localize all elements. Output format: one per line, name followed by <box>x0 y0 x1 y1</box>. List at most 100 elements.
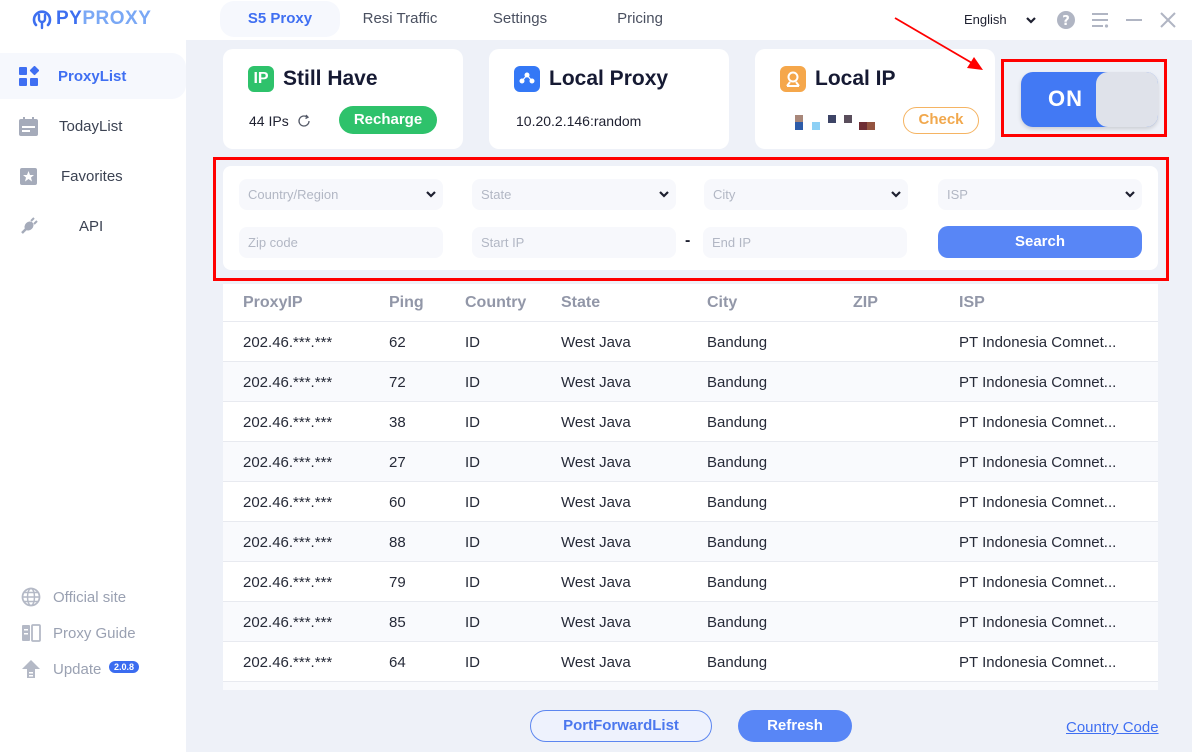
city-cell: Bandung <box>707 494 768 511</box>
close-icon[interactable] <box>1158 10 1178 30</box>
still-have-card: IP Still Have 44 IPs Recharge <box>223 49 463 149</box>
country-region-placeholder: Country/Region <box>248 187 339 202</box>
sidebar-label-favorites: Favorites <box>61 167 123 185</box>
official-site-link[interactable]: Official site <box>0 585 186 609</box>
table-row[interactable]: 202.46.***.*** 38 ID West Java Bandung PT Ind… <box>223 402 1158 442</box>
start-ip-input[interactable]: Start IP <box>472 227 676 258</box>
tab-pricing[interactable]: Pricing <box>590 0 690 38</box>
ip-count: 44 IPs <box>249 113 289 129</box>
country-cell: ID <box>465 414 480 431</box>
logo-icon <box>32 10 52 30</box>
logo-text-part2: PROXY <box>82 8 152 29</box>
ping-cell: 64 <box>389 654 406 671</box>
sidebar-item-todaylist[interactable]: TodayList <box>0 103 186 149</box>
globe-icon <box>21 587 41 607</box>
star-icon <box>20 167 37 185</box>
sidebar-label-proxylist: ProxyList <box>58 67 127 85</box>
city-cell: Bandung <box>707 374 768 391</box>
column-header-zip[interactable]: ZIP <box>853 294 878 312</box>
country-cell: ID <box>465 534 480 551</box>
country-region-select[interactable]: Country/Region <box>239 179 443 210</box>
state-cell: West Java <box>561 574 631 591</box>
grid-icon <box>19 65 39 86</box>
search-button[interactable]: Search <box>938 226 1142 258</box>
column-header-state[interactable]: State <box>561 294 600 312</box>
city-cell: Bandung <box>707 534 768 551</box>
isp-select[interactable]: ISP <box>938 179 1142 210</box>
proxy-table: ProxyIP Ping Country State City ZIP ISP … <box>223 284 1158 690</box>
tab-resi-traffic[interactable]: Resi Traffic <box>345 0 455 38</box>
proxy-ip-cell: 202.46.***.*** <box>243 414 333 431</box>
sidebar-item-api[interactable]: API <box>0 203 186 249</box>
state-cell: West Java <box>561 654 631 671</box>
city-cell: Bandung <box>707 574 768 591</box>
refresh-icon[interactable] <box>297 114 311 128</box>
port-forward-list-button[interactable]: PortForwardList <box>530 710 712 742</box>
sidebar-item-proxylist[interactable]: ProxyList <box>0 53 186 99</box>
city-cell: Bandung <box>707 454 768 471</box>
column-header-city[interactable]: City <box>707 294 737 312</box>
menu-icon[interactable] <box>1090 10 1110 30</box>
proxy-guide-label: Proxy Guide <box>53 624 136 642</box>
ip-range-separator: - <box>685 232 691 249</box>
proxy-guide-link[interactable]: Proxy Guide <box>0 621 186 645</box>
table-row[interactable]: 202.46.***.*** 62 ID West Java Bandung PT Ind… <box>223 322 1158 362</box>
logo-text-part1: PY <box>56 8 83 29</box>
plug-icon <box>21 216 38 234</box>
state-select[interactable]: State <box>472 179 676 210</box>
share-nodes-icon <box>514 66 540 92</box>
help-icon[interactable]: ? <box>1056 10 1076 30</box>
ping-cell: 60 <box>389 494 406 511</box>
city-select[interactable]: City <box>704 179 908 210</box>
language-select[interactable]: English <box>964 12 1037 27</box>
ping-cell: 88 <box>389 534 406 551</box>
state-cell: West Java <box>561 534 631 551</box>
chevron-down-icon <box>426 191 436 198</box>
check-button[interactable]: Check <box>903 107 979 134</box>
table-row[interactable]: 202.46.***.*** 60 ID West Java Bandung PT Ind… <box>223 482 1158 522</box>
country-cell: ID <box>465 654 480 671</box>
city-cell: Bandung <box>707 654 768 671</box>
sidebar: ProxyList TodayList Favorites API Offici… <box>0 40 186 752</box>
table-row[interactable]: 202.46.***.*** 72 ID West Java Bandung PT Ind… <box>223 362 1158 402</box>
sidebar-item-favorites[interactable]: Favorites <box>0 153 186 199</box>
zip-code-placeholder: Zip code <box>248 235 298 250</box>
table-row[interactable]: 202.46.***.*** 88 ID West Java Bandung PT Ind… <box>223 522 1158 562</box>
column-header-isp[interactable]: ISP <box>959 294 985 312</box>
country-code-link[interactable]: Country Code <box>1066 719 1159 736</box>
column-header-ping[interactable]: Ping <box>389 294 424 312</box>
zip-code-input[interactable]: Zip code <box>239 227 443 258</box>
isp-cell: PT Indonesia Comnet... <box>959 414 1117 431</box>
city-cell: Bandung <box>707 334 768 351</box>
end-ip-input[interactable]: End IP <box>703 227 907 258</box>
minimize-icon[interactable] <box>1124 10 1144 30</box>
table-row[interactable]: 202.46.***.*** 64 ID West Java Bandung PT Ind… <box>223 642 1158 682</box>
proxy-ip-cell: 202.46.***.*** <box>243 614 333 631</box>
proxy-on-off-toggle[interactable]: ON <box>1021 72 1158 127</box>
isp-cell: PT Indonesia Comnet... <box>959 454 1117 471</box>
country-cell: ID <box>465 614 480 631</box>
table-row[interactable] <box>223 682 1158 690</box>
refresh-button[interactable]: Refresh <box>738 710 852 742</box>
table-row[interactable]: 202.46.***.*** 27 ID West Java Bandung PT Ind… <box>223 442 1158 482</box>
recharge-button[interactable]: Recharge <box>339 106 437 134</box>
isp-cell: PT Indonesia Comnet... <box>959 574 1117 591</box>
column-header-country[interactable]: Country <box>465 294 526 312</box>
proxy-ip-cell: 202.46.***.*** <box>243 574 333 591</box>
table-row[interactable]: 202.46.***.*** 79 ID West Java Bandung PT Ind… <box>223 562 1158 602</box>
chevron-down-icon <box>1125 191 1135 198</box>
ping-cell: 38 <box>389 414 406 431</box>
column-header-proxyip[interactable]: ProxyIP <box>243 294 303 312</box>
local-proxy-address: 10.20.2.146:random <box>516 113 642 129</box>
state-cell: West Java <box>561 374 631 391</box>
official-site-label: Official site <box>53 588 127 606</box>
location-pin-icon <box>780 66 806 92</box>
state-cell: West Java <box>561 494 631 511</box>
book-icon <box>22 624 41 642</box>
table-row[interactable]: 202.46.***.*** 85 ID West Java Bandung PT Ind… <box>223 602 1158 642</box>
update-label: Update <box>53 660 102 678</box>
tab-settings[interactable]: Settings <box>470 0 570 38</box>
tab-s5-proxy[interactable]: S5 Proxy <box>220 1 340 37</box>
ping-cell: 85 <box>389 614 406 631</box>
update-link[interactable]: Update 2.0.8 <box>0 657 186 681</box>
